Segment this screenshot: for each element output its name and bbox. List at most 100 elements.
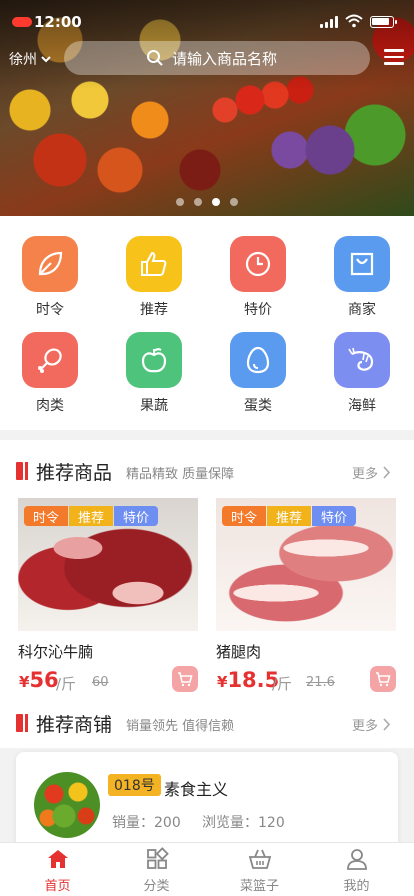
more-label: 更多: [352, 467, 379, 482]
tag-recommend: 推荐: [69, 506, 114, 526]
recommended-products-section: 推荐商品 精品精致 质量保障 更多 时令 推荐 特价 科尔沁牛腩 ¥56 /斤 …: [0, 440, 414, 708]
status-time: 12:00: [34, 13, 82, 31]
home-icon: [47, 850, 68, 868]
category-label: 肉类: [36, 398, 64, 414]
person-icon: [346, 849, 367, 870]
product-name: 猪腿肉: [216, 643, 262, 661]
section-title: 推荐商品: [36, 462, 113, 484]
thumbs-up-icon: [141, 251, 167, 276]
product-name: 科尔沁牛腩: [18, 643, 94, 661]
drumstick-icon: [38, 348, 62, 373]
category-special-price[interactable]: 特价: [208, 236, 308, 319]
category-seasonal[interactable]: 时令: [0, 236, 100, 319]
apple-icon: [141, 348, 167, 373]
tab-mine[interactable]: 我的: [305, 847, 408, 894]
product-card[interactable]: 时令 推荐 特价 猪腿肉 ¥18.5 /斤 21.6: [216, 498, 396, 696]
tab-label: 首页: [44, 879, 71, 894]
category-grid: 时令 推荐 特价 商家 肉类 果蔬 蛋类 海鲜: [0, 216, 414, 430]
section-header: 推荐商铺 销量领先 值得信赖 更多: [0, 708, 414, 748]
category-label: 推荐: [140, 302, 168, 318]
category-label: 特价: [244, 302, 272, 318]
cart-icon: [178, 672, 193, 687]
chevron-right-icon: [383, 718, 391, 731]
category-fruit-veg[interactable]: 果蔬: [104, 332, 204, 415]
carousel-dot-active[interactable]: [212, 198, 220, 206]
product-card[interactable]: 时令 推荐 特价 科尔沁牛腩 ¥56 /斤 60: [18, 498, 198, 696]
wifi-icon: [345, 14, 363, 28]
hero-banner[interactable]: 12:00 徐州 请输入商品名称: [0, 0, 414, 216]
section-marker: [16, 714, 28, 732]
category-seafood[interactable]: 海鲜: [312, 332, 412, 415]
shrimp-icon: [348, 347, 374, 371]
category-label: 果蔬: [140, 398, 168, 414]
shop-name: 素食主义: [164, 780, 229, 799]
product-image[interactable]: 时令 推荐 特价: [216, 498, 396, 631]
search-input[interactable]: 请输入商品名称: [64, 41, 370, 75]
carousel-dot[interactable]: [176, 198, 184, 206]
search-icon: [147, 50, 163, 66]
original-price: 21.6: [306, 675, 335, 690]
shop-views: 浏览量：120: [202, 815, 285, 831]
bottom-tab-bar: 首页 分类 菜篮子 我的: [0, 842, 414, 896]
carousel-indicator: [0, 198, 414, 206]
price-row: ¥56 /斤 60: [18, 666, 198, 696]
city-selector[interactable]: 徐州: [9, 49, 52, 69]
more-link[interactable]: 更多: [352, 715, 391, 734]
tab-label: 分类: [143, 879, 170, 894]
cart-icon: [376, 672, 391, 687]
tab-label: 我的: [343, 879, 370, 894]
category-icon-bg: [334, 236, 390, 292]
clock-icon: [245, 251, 271, 277]
category-merchants[interactable]: 商家: [312, 236, 412, 319]
category-recommend[interactable]: 推荐: [104, 236, 204, 319]
top-bar: 徐州 请输入商品名称: [0, 40, 414, 76]
signal-icon: [320, 16, 338, 28]
tag-seasonal: 时令: [24, 506, 69, 526]
battery-icon: [370, 16, 397, 28]
section-marker: [16, 462, 28, 480]
price-unit: /斤: [272, 675, 293, 693]
more-link[interactable]: 更多: [352, 463, 391, 482]
currency-symbol: ¥: [19, 673, 30, 691]
category-icon-bg: [230, 236, 286, 292]
section-subtitle: 销量领先 值得信赖: [126, 719, 235, 734]
recommended-shops-section: 推荐商铺 销量领先 值得信赖 更多 018号 素食主义 销量：200 浏览量：1…: [0, 708, 414, 862]
recording-indicator: [12, 17, 32, 27]
tag-seasonal: 时令: [222, 506, 267, 526]
menu-icon[interactable]: [384, 49, 404, 65]
shop-number-badge: 018号: [108, 774, 161, 796]
product-price: ¥18.5: [217, 668, 279, 692]
product-tags: 时令 推荐 特价: [222, 506, 357, 526]
section-header: 推荐商品 精品精致 质量保障 更多: [0, 456, 414, 486]
shopping-bag-icon: [350, 252, 374, 276]
basket-icon: [248, 849, 271, 869]
shop-sales: 销量：200: [112, 815, 181, 831]
category-label: 商家: [348, 302, 376, 318]
tag-recommend: 推荐: [267, 506, 312, 526]
tab-category[interactable]: 分类: [105, 847, 208, 894]
carousel-dot[interactable]: [230, 198, 238, 206]
search-placeholder: 请输入商品名称: [172, 49, 278, 68]
product-price: ¥56: [19, 668, 59, 692]
price-row: ¥18.5 /斤 21.6: [216, 666, 396, 696]
category-icon-bg: [230, 332, 286, 388]
category-label: 海鲜: [348, 398, 376, 414]
carousel-dot[interactable]: [194, 198, 202, 206]
tag-special: 特价: [114, 506, 159, 526]
tag-special: 特价: [312, 506, 357, 526]
shop-avatar: [34, 772, 100, 838]
add-to-cart-button[interactable]: [172, 666, 198, 692]
category-eggs[interactable]: 蛋类: [208, 332, 308, 415]
category-icon-bg: [334, 332, 390, 388]
original-price: 60: [92, 675, 109, 690]
add-to-cart-button[interactable]: [370, 666, 396, 692]
tab-basket[interactable]: 菜篮子: [208, 847, 311, 894]
tab-home[interactable]: 首页: [6, 847, 109, 894]
section-subtitle: 精品精致 质量保障: [126, 467, 235, 482]
category-icon-bg: [22, 236, 78, 292]
chevron-right-icon: [383, 466, 391, 479]
category-meat[interactable]: 肉类: [0, 332, 100, 415]
category-label: 时令: [36, 302, 64, 318]
product-image[interactable]: 时令 推荐 特价: [18, 498, 198, 631]
section-title: 推荐商铺: [36, 714, 113, 736]
